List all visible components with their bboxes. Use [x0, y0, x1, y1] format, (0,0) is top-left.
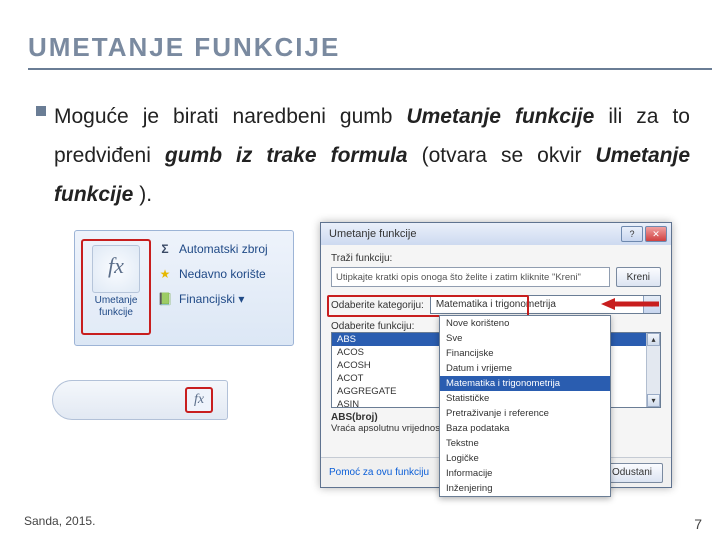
category-label: Odaberite kategoriju: — [331, 300, 424, 311]
ribbon-item-label: Automatski zbroj — [179, 242, 268, 256]
body-t5: (otvara se okvir — [422, 144, 596, 167]
help-icon[interactable]: ? — [621, 226, 643, 242]
ribbon-item-recent[interactable]: ★ Nedavno korište — [157, 266, 268, 282]
list-item[interactable]: Financijske — [440, 346, 610, 361]
star-icon: ★ — [157, 266, 173, 282]
title-rule — [28, 68, 712, 70]
list-item[interactable]: Baza podataka — [440, 421, 610, 436]
page-number: 7 — [694, 516, 702, 532]
insert-function-dialog: Umetanje funkcije ? ✕ Traži funkciju: Ut… — [320, 222, 672, 488]
list-item[interactable]: Inženjering — [440, 481, 610, 496]
list-item[interactable]: Logičke — [440, 451, 610, 466]
ribbon-item-label: Financijski ▾ — [179, 292, 244, 306]
category-select[interactable]: Matematika i trigonometrija ▾ — [430, 295, 661, 314]
list-item[interactable]: Datum i vrijeme — [440, 361, 610, 376]
fx-button[interactable]: fx — [185, 387, 213, 413]
ribbon-item-label: Nedavno korište — [179, 267, 266, 281]
fx-icon — [92, 245, 140, 293]
ribbon-excerpt: Umetanje funkcije Σ Automatski zbroj ★ N… — [74, 230, 294, 346]
ribbon-items: Σ Automatski zbroj ★ Nedavno korište 📗 F… — [157, 241, 268, 307]
close-icon[interactable]: ✕ — [645, 226, 667, 242]
category-dropdown-popup[interactable]: Nove korišteno Sve Financijske Datum i v… — [439, 315, 611, 497]
ribbon-item-financial[interactable]: 📗 Financijski ▾ — [157, 291, 268, 307]
list-item[interactable]: Matematika i trigonometrija — [440, 376, 610, 391]
go-button[interactable]: Kreni — [616, 267, 661, 287]
scrollbar[interactable]: ▴ ▾ — [646, 333, 660, 407]
sigma-icon: Σ — [157, 241, 173, 257]
body-paragraph: Moguće je birati naredbeni gumb Umetanje… — [54, 98, 690, 215]
chevron-down-icon[interactable]: ▾ — [643, 296, 660, 313]
dialog-title: Umetanje funkcije — [329, 228, 619, 240]
insert-function-label: Umetanje funkcije — [83, 295, 149, 318]
list-item[interactable]: Tekstne — [440, 436, 610, 451]
scroll-up-icon[interactable]: ▴ — [647, 333, 660, 346]
ribbon-item-autosum[interactable]: Σ Automatski zbroj — [157, 241, 268, 257]
list-item[interactable]: Pretraživanje i reference — [440, 406, 610, 421]
footer-author: Sanda, 2015. — [24, 514, 95, 528]
category-value: Matematika i trigonometrija — [436, 299, 556, 310]
body-t2: Umetanje funkcije — [406, 105, 594, 128]
book-icon: 📗 — [157, 291, 173, 307]
dialog-titlebar: Umetanje funkcije ? ✕ — [321, 223, 671, 245]
list-item[interactable]: Sve — [440, 331, 610, 346]
list-item[interactable]: Nove korišteno — [440, 316, 610, 331]
body-t4: gumb iz trake formula — [165, 144, 408, 167]
list-item[interactable]: Informacije — [440, 466, 610, 481]
body-t1: Moguće je birati naredbeni gumb — [54, 105, 406, 128]
dialog-body: Traži funkciju: Utipkajte kratki opis on… — [321, 245, 671, 438]
formula-bar-snippet: fx — [52, 380, 228, 420]
bullet-icon — [36, 106, 46, 116]
search-input[interactable]: Utipkajte kratki opis onoga što želite i… — [331, 267, 610, 287]
scroll-down-icon[interactable]: ▾ — [647, 394, 660, 407]
insert-function-button[interactable]: Umetanje funkcije — [81, 239, 151, 335]
search-label: Traži funkciju: — [331, 253, 661, 264]
body-t7: ). — [139, 183, 152, 206]
list-item[interactable]: Statističke — [440, 391, 610, 406]
slide-title: UMETANJE FUNKCIJE — [28, 32, 340, 63]
